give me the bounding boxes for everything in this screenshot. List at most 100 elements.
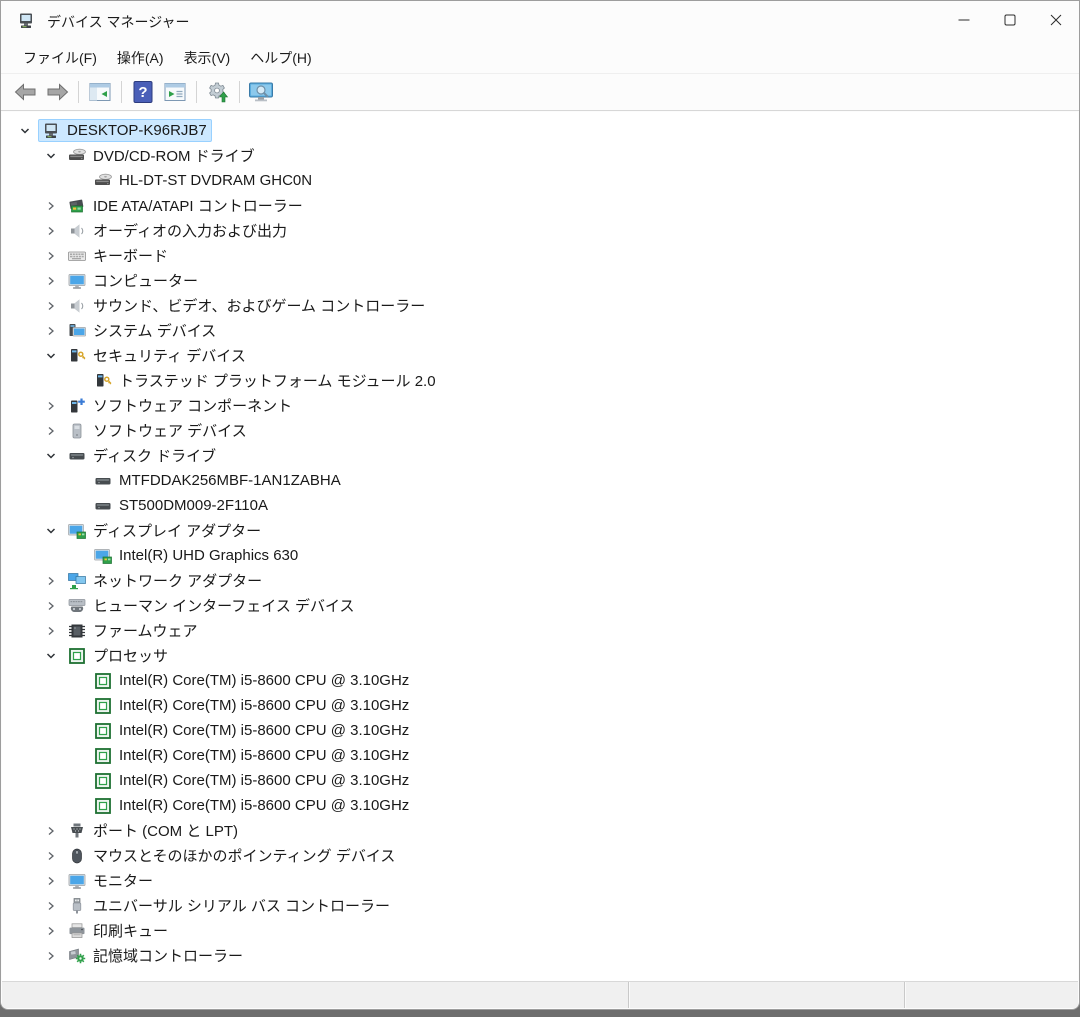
tree-item-body[interactable]: システム デバイス: [64, 318, 221, 343]
tree-item-body[interactable]: Intel(R) Core(TM) i5-8600 CPU @ 3.10GHz: [90, 719, 414, 742]
chevron-right-icon[interactable]: [38, 418, 64, 443]
tree-item-body[interactable]: Intel(R) Core(TM) i5-8600 CPU @ 3.10GHz: [90, 694, 414, 717]
tree-item[interactable]: Intel(R) Core(TM) i5-8600 CPU @ 3.10GHz: [2, 718, 1078, 743]
chevron-right-icon[interactable]: [38, 918, 64, 943]
chevron-right-icon[interactable]: [38, 243, 64, 268]
tree-item[interactable]: HL-DT-ST DVDRAM GHC0N: [2, 168, 1078, 193]
menu-item-action[interactable]: 操作(A): [107, 43, 174, 73]
chevron-right-icon[interactable]: [38, 843, 64, 868]
tree-item-body[interactable]: ST500DM009-2F110A: [90, 494, 273, 517]
chevron-right-icon[interactable]: [38, 568, 64, 593]
tree-item[interactable]: プロセッサ: [2, 643, 1078, 668]
tree-item-body[interactable]: ディスプレイ アダプター: [64, 518, 266, 543]
chevron-right-icon[interactable]: [38, 893, 64, 918]
tree-item[interactable]: DESKTOP-K96RJB7: [2, 118, 1078, 143]
tree-item-body[interactable]: ファームウェア: [64, 618, 203, 643]
tree-item-body[interactable]: コンピューター: [64, 268, 203, 293]
tree-item-body[interactable]: Intel(R) Core(TM) i5-8600 CPU @ 3.10GHz: [90, 744, 414, 767]
chevron-right-icon[interactable]: [38, 393, 64, 418]
tree-item[interactable]: セキュリティ デバイス: [2, 343, 1078, 368]
show-console-tree-button[interactable]: [84, 77, 116, 107]
tree-item-body[interactable]: セキュリティ デバイス: [64, 343, 251, 368]
update-driver-button[interactable]: [202, 77, 234, 107]
tree-item-body[interactable]: モニター: [64, 868, 158, 893]
tree-item[interactable]: マウスとそのほかのポインティング デバイス: [2, 843, 1078, 868]
minimize-button[interactable]: [941, 1, 987, 43]
chevron-right-icon[interactable]: [38, 618, 64, 643]
chevron-right-icon[interactable]: [38, 593, 64, 618]
menu-item-view[interactable]: 表示(V): [174, 43, 241, 73]
tree-item-body[interactable]: Intel(R) Core(TM) i5-8600 CPU @ 3.10GHz: [90, 669, 414, 692]
menu-item-file[interactable]: ファイル(F): [13, 43, 107, 73]
tree-item[interactable]: Intel(R) Core(TM) i5-8600 CPU @ 3.10GHz: [2, 768, 1078, 793]
tree-item[interactable]: ディスプレイ アダプター: [2, 518, 1078, 543]
tree-item-body[interactable]: 記憶域コントローラー: [64, 943, 248, 968]
properties-button[interactable]: [159, 77, 191, 107]
tree-item[interactable]: Intel(R) UHD Graphics 630: [2, 543, 1078, 568]
tree-item[interactable]: ヒューマン インターフェイス デバイス: [2, 593, 1078, 618]
tree-item[interactable]: Intel(R) Core(TM) i5-8600 CPU @ 3.10GHz: [2, 668, 1078, 693]
tree-item[interactable]: サウンド、ビデオ、およびゲーム コントローラー: [2, 293, 1078, 318]
tree-item-body[interactable]: 印刷キュー: [64, 918, 173, 943]
chevron-down-icon[interactable]: [38, 643, 64, 668]
tree-item[interactable]: ネットワーク アダプター: [2, 568, 1078, 593]
tree-item[interactable]: ポート (COM と LPT): [2, 818, 1078, 843]
tree-item-body[interactable]: サウンド、ビデオ、およびゲーム コントローラー: [64, 293, 430, 318]
tree-item-body[interactable]: DVD/CD-ROM ドライブ: [64, 143, 260, 168]
chevron-right-icon[interactable]: [38, 193, 64, 218]
chevron-right-icon[interactable]: [38, 318, 64, 343]
back-button[interactable]: [9, 77, 41, 107]
tree-item-body[interactable]: Intel(R) Core(TM) i5-8600 CPU @ 3.10GHz: [90, 769, 414, 792]
tree-item-selected-body[interactable]: DESKTOP-K96RJB7: [38, 119, 212, 142]
tree-item[interactable]: キーボード: [2, 243, 1078, 268]
tree-item-body[interactable]: トラステッド プラットフォーム モジュール 2.0: [90, 368, 441, 393]
tree-item[interactable]: ファームウェア: [2, 618, 1078, 643]
chevron-right-icon[interactable]: [38, 293, 64, 318]
tree-item-body[interactable]: ポート (COM と LPT): [64, 818, 243, 843]
tree-item[interactable]: トラステッド プラットフォーム モジュール 2.0: [2, 368, 1078, 393]
tree-item-body[interactable]: MTFDDAK256MBF-1AN1ZABHA: [90, 469, 346, 492]
chevron-down-icon[interactable]: [38, 143, 64, 168]
chevron-right-icon[interactable]: [38, 868, 64, 893]
tree-item-body[interactable]: オーディオの入力および出力: [64, 218, 292, 243]
tree-item-body[interactable]: Intel(R) Core(TM) i5-8600 CPU @ 3.10GHz: [90, 794, 414, 817]
tree-item[interactable]: ソフトウェア コンポーネント: [2, 393, 1078, 418]
chevron-right-icon[interactable]: [38, 268, 64, 293]
chevron-down-icon[interactable]: [38, 443, 64, 468]
chevron-right-icon[interactable]: [38, 818, 64, 843]
chevron-right-icon[interactable]: [38, 943, 64, 968]
maximize-button[interactable]: [987, 1, 1033, 43]
tree-item[interactable]: 印刷キュー: [2, 918, 1078, 943]
tree-item[interactable]: MTFDDAK256MBF-1AN1ZABHA: [2, 468, 1078, 493]
chevron-down-icon[interactable]: [38, 518, 64, 543]
tree-item-body[interactable]: マウスとそのほかのポインティング デバイス: [64, 843, 400, 868]
chevron-down-icon[interactable]: [38, 343, 64, 368]
tree-item[interactable]: ST500DM009-2F110A: [2, 493, 1078, 518]
tree-item[interactable]: Intel(R) Core(TM) i5-8600 CPU @ 3.10GHz: [2, 743, 1078, 768]
tree-item[interactable]: Intel(R) Core(TM) i5-8600 CPU @ 3.10GHz: [2, 693, 1078, 718]
forward-button[interactable]: [41, 77, 73, 107]
menu-item-help[interactable]: ヘルプ(H): [240, 43, 321, 73]
chevron-down-icon[interactable]: [12, 118, 38, 143]
tree-item[interactable]: DVD/CD-ROM ドライブ: [2, 143, 1078, 168]
help-button[interactable]: ?: [127, 77, 159, 107]
tree-item-body[interactable]: IDE ATA/ATAPI コントローラー: [64, 193, 308, 218]
tree-item-body[interactable]: ソフトウェア デバイス: [64, 418, 252, 443]
tree-item-body[interactable]: ユニバーサル シリアル バス コントローラー: [64, 893, 395, 918]
tree-item-body[interactable]: Intel(R) UHD Graphics 630: [90, 544, 303, 567]
tree-item[interactable]: IDE ATA/ATAPI コントローラー: [2, 193, 1078, 218]
tree-item-body[interactable]: HL-DT-ST DVDRAM GHC0N: [90, 169, 317, 192]
chevron-right-icon[interactable]: [38, 218, 64, 243]
tree-item[interactable]: ユニバーサル シリアル バス コントローラー: [2, 893, 1078, 918]
scan-hardware-changes-button[interactable]: [245, 77, 277, 107]
tree-item[interactable]: コンピューター: [2, 268, 1078, 293]
tree-item[interactable]: ソフトウェア デバイス: [2, 418, 1078, 443]
tree-item[interactable]: モニター: [2, 868, 1078, 893]
tree-item-body[interactable]: プロセッサ: [64, 643, 173, 668]
tree-item[interactable]: システム デバイス: [2, 318, 1078, 343]
tree-item-body[interactable]: ネットワーク アダプター: [64, 568, 267, 593]
tree-item-body[interactable]: ヒューマン インターフェイス デバイス: [64, 593, 360, 618]
tree-item[interactable]: オーディオの入力および出力: [2, 218, 1078, 243]
tree-item[interactable]: Intel(R) Core(TM) i5-8600 CPU @ 3.10GHz: [2, 793, 1078, 818]
tree-item-body[interactable]: キーボード: [64, 243, 173, 268]
